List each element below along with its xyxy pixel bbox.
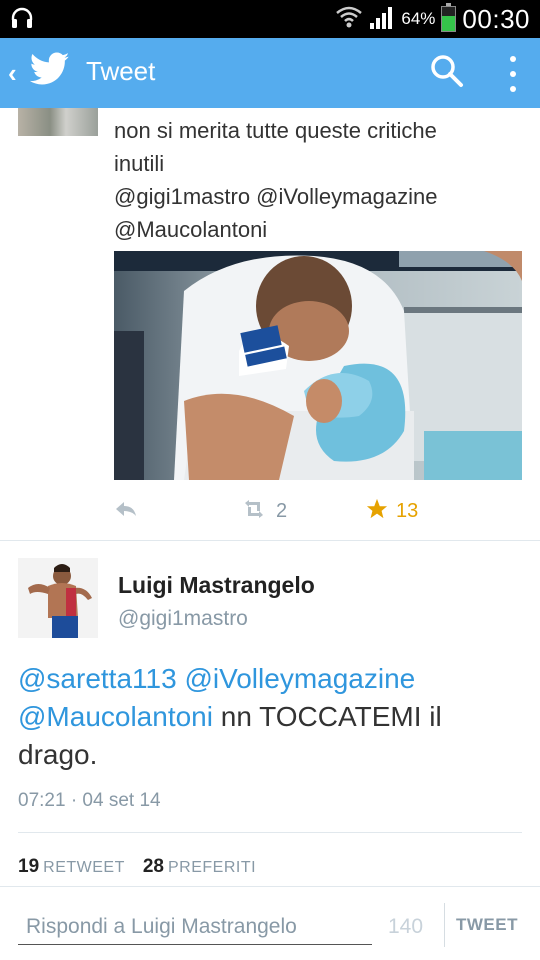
- mention-link[interactable]: @Maucolantoni: [18, 701, 213, 732]
- reply-icon[interactable]: [114, 500, 138, 523]
- tweet-button[interactable]: TWEET: [456, 915, 518, 935]
- divider: [444, 903, 445, 947]
- reply-bar: 140 TWEET: [0, 886, 540, 960]
- wifi-icon: [335, 4, 363, 35]
- character-counter: 140: [388, 915, 424, 938]
- favorite-count: 13: [396, 499, 419, 522]
- tweet-photo[interactable]: [114, 251, 522, 480]
- reply-input[interactable]: [18, 909, 372, 945]
- username[interactable]: @gigi1mastro: [118, 607, 248, 631]
- signal-icon: [369, 5, 395, 34]
- more-vert-icon[interactable]: [500, 54, 526, 94]
- previous-tweet-avatar[interactable]: [18, 108, 98, 136]
- reply-action[interactable]: [114, 496, 138, 526]
- retweets-stat[interactable]: 19 RETWEET: [18, 856, 125, 878]
- previous-tweet-mentions[interactable]: @Maucolantoni: [114, 213, 524, 246]
- clock: 00:30: [462, 3, 530, 34]
- retweet-icon[interactable]: [240, 499, 268, 523]
- mention-link[interactable]: @iVolleymagazine: [184, 663, 415, 694]
- divider: [18, 832, 522, 833]
- previous-tweet-line: non si merita tutte queste critiche: [114, 118, 437, 143]
- twitter-bird-icon[interactable]: [29, 52, 70, 91]
- tweet-stats: 19 RETWEET 28 PREFERITI: [18, 856, 256, 878]
- previous-tweet-line: inutili: [114, 151, 165, 176]
- divider: [0, 540, 540, 541]
- favorites-count: 28: [142, 856, 164, 877]
- tweet-timestamp: 07:21 · 04 set 14: [18, 790, 161, 811]
- mention-link[interactable]: @saretta113: [18, 663, 177, 694]
- status-bar: 64% 00:30: [0, 0, 540, 38]
- display-name[interactable]: Luigi Mastrangelo: [118, 572, 315, 599]
- retweets-label: RETWEET: [43, 859, 125, 876]
- retweets-count: 19: [18, 856, 40, 877]
- star-icon[interactable]: [366, 498, 388, 525]
- back-icon[interactable]: ‹: [8, 58, 17, 89]
- previous-tweet-text: non si merita tutte queste critiche inut…: [114, 114, 524, 246]
- favorites-label: PREFERITI: [168, 859, 257, 876]
- avatar[interactable]: [18, 558, 98, 638]
- tweet-text: @saretta113 @iVolleymagazine @Maucolanto…: [18, 660, 518, 774]
- retweet-count: 2: [276, 499, 288, 522]
- favorite-action[interactable]: 13: [366, 496, 418, 526]
- search-icon[interactable]: [430, 54, 464, 93]
- previous-tweet-mentions[interactable]: @gigi1mastro @iVolleymagazine: [114, 180, 524, 213]
- retweet-action[interactable]: 2: [240, 496, 287, 526]
- favorites-stat[interactable]: 28 PREFERITI: [143, 856, 256, 878]
- screen-title: Tweet: [86, 56, 156, 86]
- battery-icon: [441, 3, 457, 32]
- action-bar: ‹ Tweet: [0, 38, 540, 108]
- battery-percent: 64%: [401, 9, 436, 28]
- headphones-icon: [10, 6, 34, 35]
